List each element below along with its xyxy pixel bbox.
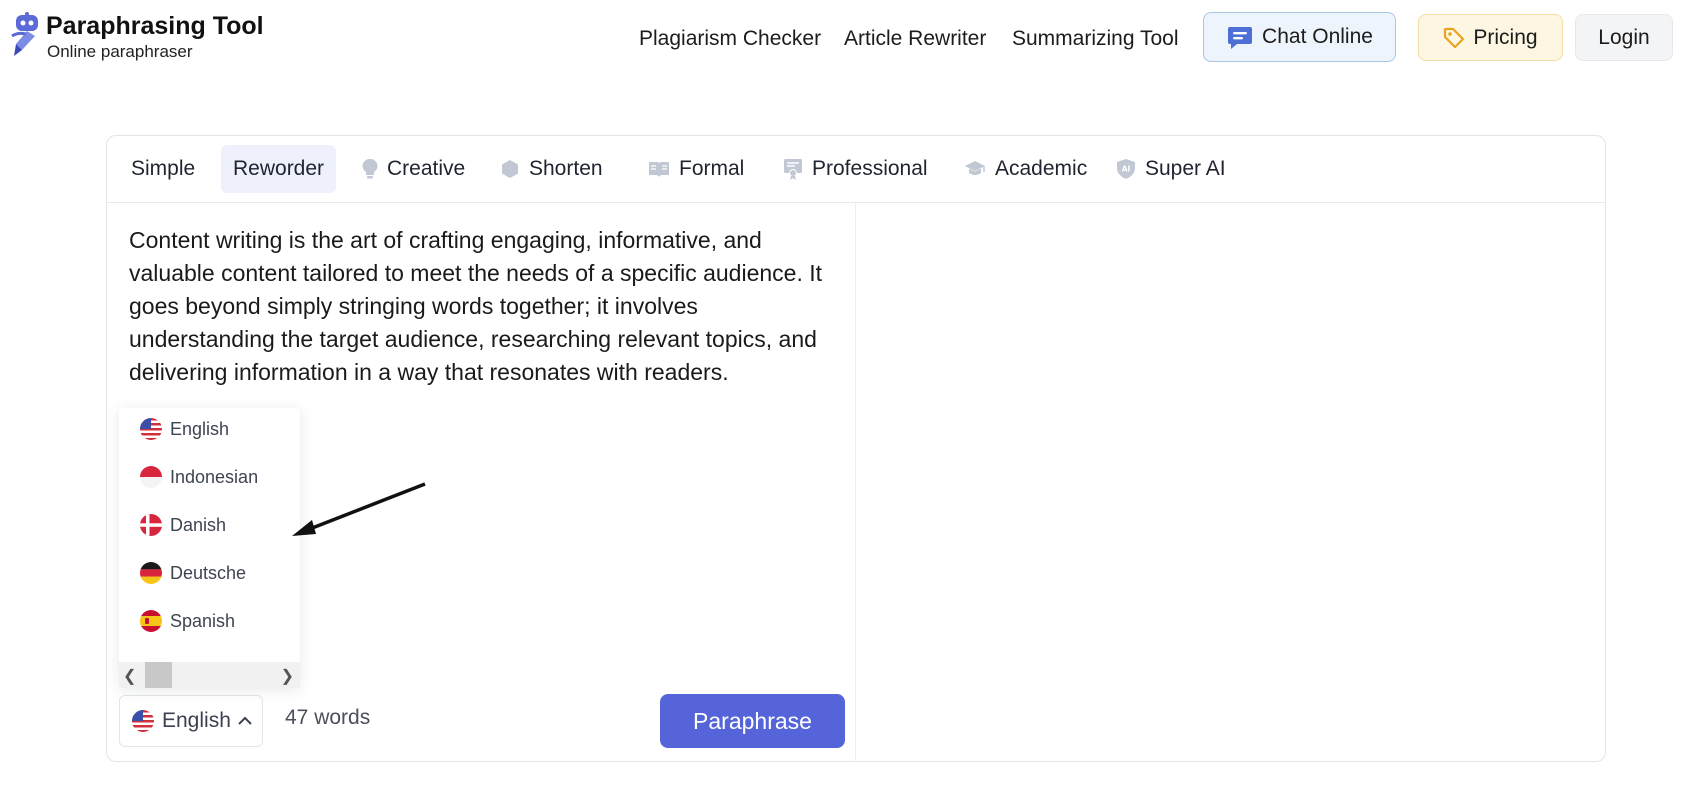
language-option-deutsche[interactable]: Deutsche: [140, 558, 246, 588]
tab-label: Professional: [812, 157, 928, 180]
language-option-indonesian[interactable]: Indonesian: [140, 462, 258, 492]
language-option-label: Danish: [170, 514, 227, 535]
tab-creative[interactable]: Creative: [350, 145, 477, 193]
lightbulb-icon: [362, 158, 378, 180]
mode-tabs: Simple Reworder Creative Shorten Formal: [107, 136, 1605, 203]
chat-bubble-icon: [1226, 23, 1254, 51]
language-select-button[interactable]: English: [119, 695, 263, 747]
tab-label: Shorten: [529, 157, 603, 180]
nav-article-rewriter[interactable]: Article Rewriter: [844, 26, 986, 52]
paraphrase-card: Simple Reworder Creative Shorten Formal: [106, 135, 1606, 762]
language-option-label: Indonesian: [170, 466, 259, 487]
logo-subtitle: Online paraphraser: [47, 42, 193, 61]
graduation-cap-icon: [964, 160, 986, 178]
paraphrase-label: Paraphrase: [693, 707, 812, 734]
tab-shorten[interactable]: Shorten: [488, 145, 615, 193]
language-option-label: Spanish: [170, 610, 236, 631]
language-option-spanish[interactable]: Spanish: [140, 606, 235, 636]
tab-formal[interactable]: Formal: [636, 145, 756, 193]
pane-divider: [855, 203, 856, 762]
tab-simple[interactable]: Simple: [119, 145, 207, 193]
book-icon: [648, 160, 670, 178]
nav-plagiarism-checker[interactable]: Plagiarism Checker: [639, 26, 821, 52]
certificate-icon: [783, 158, 803, 180]
login-label: Login: [1598, 25, 1650, 49]
tab-label: Simple: [131, 157, 196, 180]
scrollbar-thumb[interactable]: [145, 662, 172, 688]
tab-reworder[interactable]: Reworder: [221, 145, 337, 193]
tab-label: Reworder: [233, 157, 325, 180]
tab-label: Academic: [995, 157, 1088, 180]
word-count: 47 words: [285, 706, 371, 729]
tab-label: Super AI: [1145, 157, 1226, 180]
tab-super-ai[interactable]: AI Super AI: [1104, 145, 1238, 193]
language-option-label: English: [170, 418, 230, 439]
language-dropdown: English Indonesian Danish Deutsche Spani…: [119, 408, 300, 688]
spain-flag-icon: [140, 610, 162, 632]
svg-text:AI: AI: [1122, 165, 1131, 174]
scroll-right-icon[interactable]: ❯: [281, 666, 294, 686]
language-option-label: Deutsche: [170, 562, 247, 583]
us-flag-icon: [140, 418, 162, 440]
tab-academic[interactable]: Academic: [952, 145, 1099, 193]
annotation-arrow-icon: [292, 482, 426, 536]
indonesia-flag-icon: [140, 466, 162, 488]
germany-flag-icon: [140, 562, 162, 584]
dropdown-horizontal-scrollbar[interactable]: ❮ ❯: [119, 662, 300, 688]
us-flag-icon: [132, 710, 154, 732]
language-selected-label: English: [162, 709, 231, 732]
nav-summarizing-tool[interactable]: Summarizing Tool: [1012, 26, 1179, 52]
login-button[interactable]: Login: [1575, 14, 1673, 61]
robot-logo-icon: [11, 12, 38, 56]
chat-online-label: Chat Online: [1262, 25, 1373, 48]
denmark-flag-icon: [140, 514, 162, 536]
language-option-danish[interactable]: Danish: [140, 510, 226, 540]
pricing-label: Pricing: [1473, 25, 1538, 49]
scroll-left-icon[interactable]: ❮: [123, 666, 136, 686]
header: Paraphrasing Tool Online paraphraser Pla…: [0, 0, 1691, 80]
chat-online-button[interactable]: Chat Online: [1203, 12, 1396, 62]
price-tag-icon: [1443, 27, 1465, 49]
tab-label: Formal: [679, 157, 745, 180]
tab-label: Creative: [387, 157, 466, 180]
logo[interactable]: Paraphrasing Tool Online paraphraser: [8, 12, 264, 64]
logo-title: Paraphrasing Tool: [46, 12, 264, 40]
pricing-button[interactable]: Pricing: [1418, 14, 1563, 61]
ai-shield-icon: AI: [1116, 158, 1136, 180]
paraphrase-button[interactable]: Paraphrase: [660, 694, 845, 748]
tab-professional[interactable]: Professional: [771, 145, 940, 193]
language-option-english[interactable]: English: [140, 414, 229, 444]
hexagon-icon: [500, 159, 520, 179]
chevron-up-icon: [238, 716, 252, 726]
